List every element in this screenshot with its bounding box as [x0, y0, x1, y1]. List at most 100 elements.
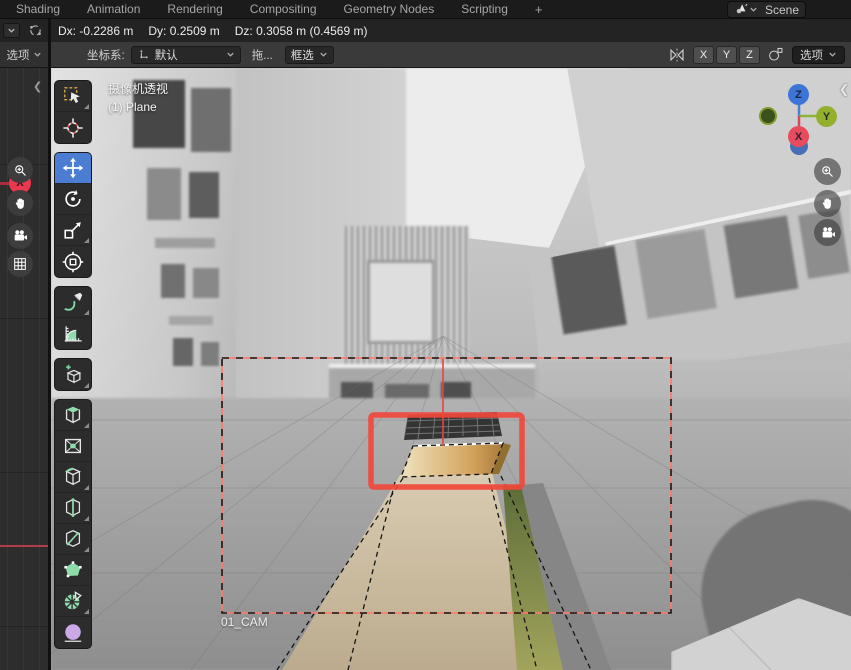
tool-group	[54, 152, 92, 278]
editor-divider[interactable]	[48, 19, 51, 68]
axis-y-ball[interactable]: Y	[816, 106, 837, 127]
tool-button-rotate[interactable]	[55, 184, 91, 215]
left-viewport-options-dropdown[interactable]: 选项	[0, 42, 48, 68]
viewport-overlay	[51, 68, 851, 670]
orbit-icon	[27, 22, 44, 39]
floor-walkway-plane[interactable]	[282, 472, 540, 670]
transform-icon	[62, 251, 84, 273]
tool-button-select-box[interactable]	[55, 81, 91, 112]
workspace-tab-compositing[interactable]: Compositing	[250, 2, 317, 16]
scene-name: Scene	[765, 3, 799, 17]
bevel-icon	[62, 466, 84, 488]
zoom-icon[interactable]	[814, 158, 841, 185]
wood-plane[interactable]	[401, 443, 503, 477]
select-box-icon	[62, 85, 84, 107]
tool-options-dropdown[interactable]: 选项	[792, 46, 845, 64]
tool-group	[54, 286, 92, 350]
chevron-down-icon	[749, 5, 758, 14]
tool-button-move[interactable]	[55, 153, 91, 184]
3d-viewport-canvas[interactable]: 摄像机透视 (1) Plane 01_CAM ZYX ❮	[51, 68, 851, 670]
tool-button-poly-build[interactable]	[55, 555, 91, 586]
tool-button-inset[interactable]	[55, 431, 91, 462]
workspace-tab-shading[interactable]: Shading	[16, 2, 60, 16]
toolbar	[54, 80, 92, 657]
options-label: 选项	[7, 47, 30, 63]
tool-button-transform[interactable]	[55, 246, 91, 277]
collapse-sidebar-icon[interactable]: ❮	[839, 82, 849, 96]
ortho-grid-icon[interactable]	[7, 251, 33, 277]
scene-selector[interactable]: Scene	[727, 1, 806, 18]
knife-icon	[62, 528, 84, 550]
tool-button-scale[interactable]	[55, 215, 91, 246]
subtool-corner-icon	[84, 485, 89, 490]
mirror-axis-z-button[interactable]: Z	[739, 46, 760, 64]
tool-button-extrude[interactable]	[55, 400, 91, 431]
chevron-down-icon	[7, 26, 16, 35]
zoom-icon[interactable]	[7, 157, 33, 183]
workspace-tab-bar: Shading Animation Rendering Compositing Geom…	[0, 0, 851, 19]
select-mode-dropdown[interactable]: 框选	[285, 46, 334, 64]
camera-view-icon[interactable]	[7, 223, 33, 249]
tool-button-add-cube[interactable]	[55, 359, 91, 390]
move-icon	[62, 157, 84, 179]
operator-collapse-button[interactable]	[3, 23, 20, 38]
orientation-dropdown[interactable]: 默认	[131, 46, 241, 64]
drag-label: 拖...	[252, 47, 273, 63]
workspace-tab-rendering[interactable]: Rendering	[167, 2, 222, 16]
transform-delta-x: Dx: -0.2286 m	[58, 24, 133, 38]
mirror-axis-x-button[interactable]: X	[693, 46, 714, 64]
tool-button-bevel[interactable]	[55, 462, 91, 493]
subtool-corner-icon	[84, 238, 89, 243]
prop-edit-icon[interactable]	[767, 46, 784, 63]
subtool-corner-icon	[84, 383, 89, 388]
tool-button-annotate[interactable]	[55, 287, 91, 318]
mirror-icon[interactable]	[668, 46, 686, 64]
workspace-tab-scripting[interactable]: Scripting	[461, 2, 508, 16]
subtool-corner-icon	[84, 516, 89, 521]
spin-icon	[62, 590, 84, 612]
mirror-axis-y-button[interactable]: Y	[716, 46, 737, 64]
tool-button-spin[interactable]	[55, 586, 91, 617]
tool-button-smooth[interactable]	[55, 617, 91, 648]
chevron-down-icon	[33, 50, 42, 59]
measure-icon	[62, 323, 84, 345]
subtool-corner-icon	[84, 609, 89, 614]
orientation-value: 默认	[155, 47, 178, 63]
inset-icon	[62, 435, 84, 457]
transform-delta-y: Dy: 0.2509 m	[148, 24, 219, 38]
subtool-corner-icon	[84, 310, 89, 315]
subtool-corner-icon	[84, 547, 89, 552]
camera-view-icon[interactable]	[814, 219, 841, 246]
tool-settings-bar: 坐标系: 默认 拖... 框选 XYZ 选项	[51, 42, 851, 68]
tool-button-loop-cut[interactable]	[55, 493, 91, 524]
axis-x-ball[interactable]: X	[788, 126, 809, 147]
pan-hand-icon[interactable]	[7, 190, 33, 216]
subtool-corner-icon	[84, 423, 89, 428]
tool-button-measure[interactable]	[55, 318, 91, 349]
view-mode-label: 摄像机透视	[108, 80, 168, 97]
pan-hand-icon[interactable]	[814, 190, 841, 217]
tool-button-cursor-3d[interactable]	[55, 112, 91, 143]
transform-delta-z: Dz: 0.3058 m (0.4569 m)	[235, 24, 368, 38]
smooth-icon	[62, 622, 84, 644]
workspace-tab-animation[interactable]: Animation	[87, 2, 140, 16]
select-mode-value: 框选	[291, 47, 314, 63]
operator-bar: Dx: -0.2286 m Dy: 0.2509 m Dz: 0.3058 m …	[0, 19, 851, 42]
workspace-tab-geometry-nodes[interactable]: Geometry Nodes	[344, 2, 435, 16]
chevron-down-icon	[226, 50, 235, 59]
rotate-icon	[62, 188, 84, 210]
left-viewport-canvas[interactable]: ❮ X	[0, 68, 48, 670]
tool-options-label: 选项	[800, 47, 823, 63]
collapse-left-icon[interactable]: ❮	[33, 80, 42, 93]
subtool-corner-icon	[84, 104, 89, 109]
axis-neg-y-ball[interactable]	[759, 107, 777, 125]
orientation-icon	[137, 48, 150, 61]
add-workspace-tab[interactable]: +	[535, 2, 543, 17]
cursor-3d-icon	[62, 117, 84, 139]
chevron-down-icon	[319, 50, 328, 59]
orientation-label: 坐标系:	[87, 47, 125, 63]
active-object-label: (1) Plane	[108, 100, 168, 114]
tool-group	[54, 358, 92, 391]
axis-z-ball[interactable]: Z	[788, 84, 809, 105]
tool-button-knife[interactable]	[55, 524, 91, 555]
